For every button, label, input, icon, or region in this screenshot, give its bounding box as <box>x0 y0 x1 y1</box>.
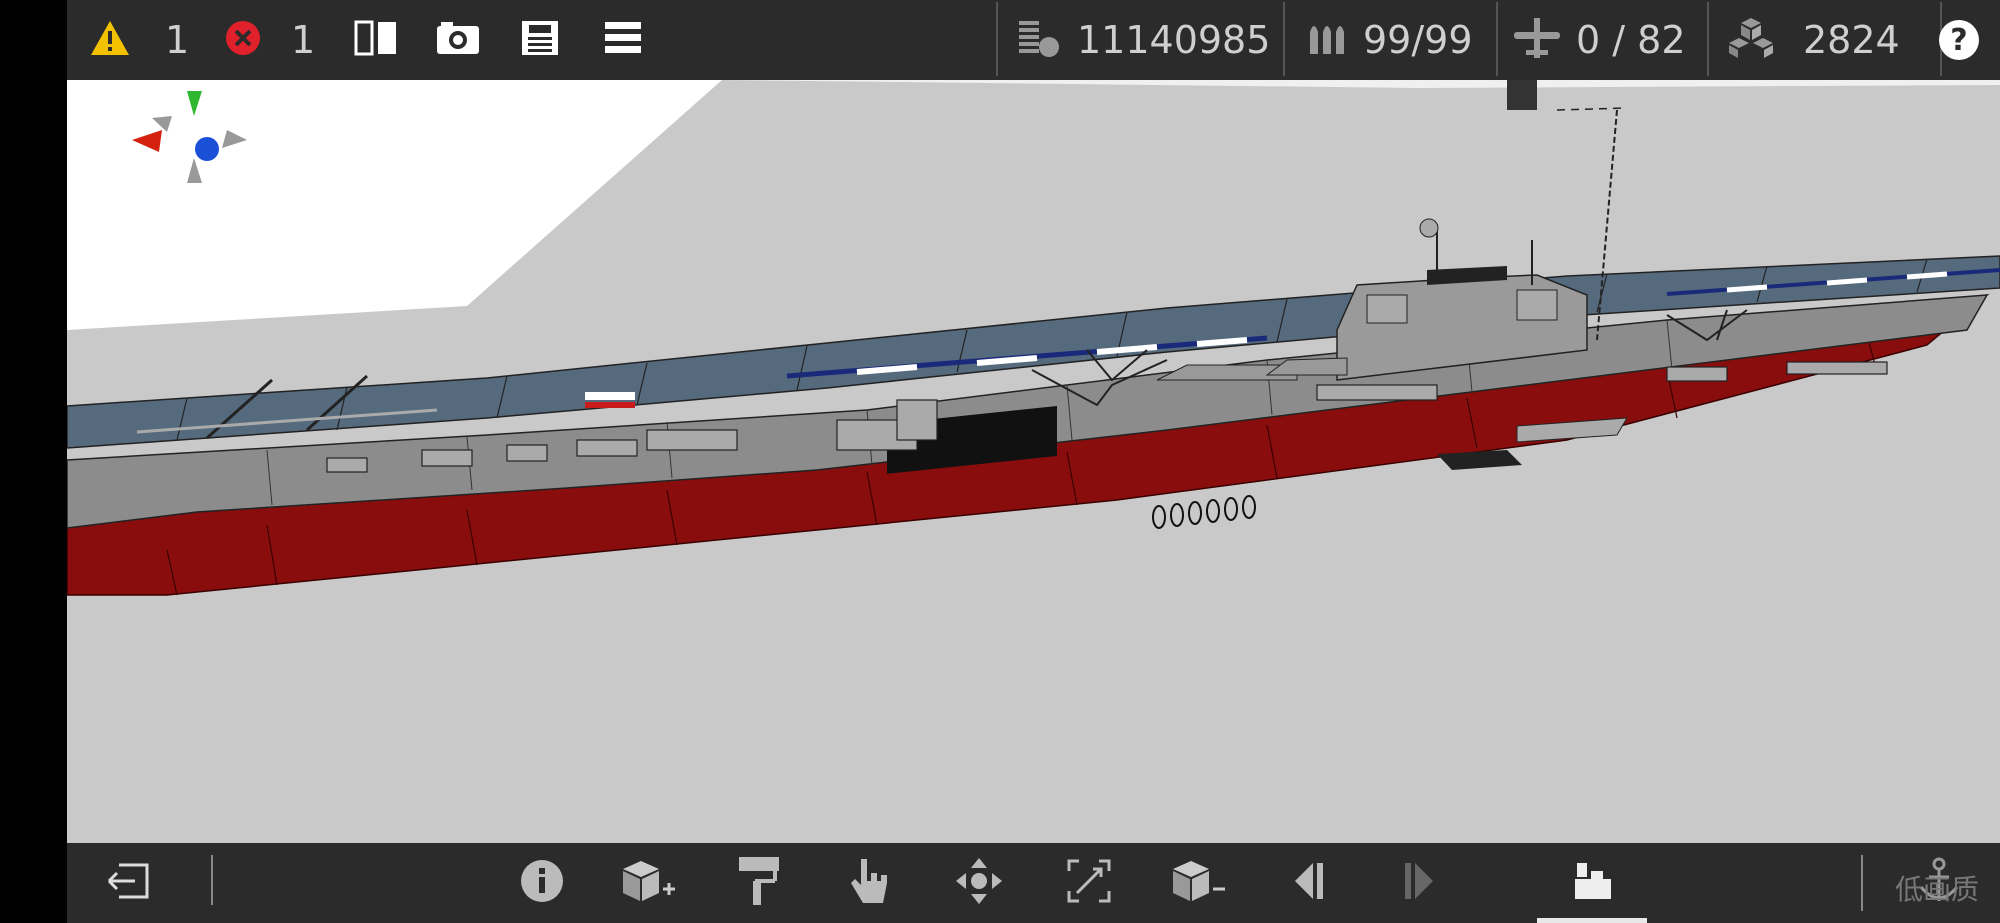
parts-icon <box>1727 16 1775 64</box>
separator <box>996 2 998 76</box>
parts-value: 2824 <box>1803 18 1900 62</box>
help-button[interactable]: ? <box>1939 0 1979 80</box>
mirror-icon <box>354 18 398 62</box>
gizmo-x-axis <box>132 130 162 152</box>
remove-block-icon <box>1171 857 1227 909</box>
select-icon <box>847 855 891 911</box>
next-button[interactable] <box>1387 853 1451 913</box>
resize-button[interactable] <box>1057 853 1121 913</box>
ammo-icon <box>1307 18 1349 62</box>
error-icon <box>225 20 261 60</box>
gizmo-neg-z <box>222 130 247 148</box>
move-button[interactable] <box>947 853 1011 913</box>
orientation-gizmo[interactable] <box>127 86 247 200</box>
quality-setting-label[interactable]: 低画质 <box>1895 868 1979 908</box>
errors-indicator[interactable]: 1 <box>225 0 315 80</box>
gizmo-neg-x <box>152 116 172 132</box>
parts-stat: 2824 <box>1727 0 1900 80</box>
ammo-value: 99/99 <box>1363 18 1473 62</box>
move-icon <box>954 856 1004 910</box>
exit-icon <box>105 861 153 905</box>
separator <box>1861 855 1863 911</box>
next-icon <box>1399 859 1439 907</box>
select-button[interactable] <box>837 853 901 913</box>
remove-block-button[interactable] <box>1167 853 1231 913</box>
warnings-count: 1 <box>165 18 190 62</box>
resize-icon <box>1065 857 1113 909</box>
prev-icon <box>1289 859 1329 907</box>
mirror-button[interactable] <box>354 0 398 80</box>
cost-stat: 11140985 <box>1017 0 1270 80</box>
aircraft-value: 0 / 82 <box>1576 18 1686 62</box>
add-block-button[interactable] <box>617 853 681 913</box>
ammo-stat: 99/99 <box>1307 0 1473 80</box>
build-mode-button[interactable] <box>1561 853 1625 913</box>
screenshot-button[interactable] <box>435 0 481 80</box>
errors-count: 1 <box>291 18 316 62</box>
separator <box>1496 2 1498 76</box>
aircraft-stat: 0 / 82 <box>1512 0 1686 80</box>
cost-icon <box>1017 17 1063 63</box>
paint-button[interactable] <box>727 853 791 913</box>
menu-icon <box>603 20 643 60</box>
bottom-toolbar <box>67 843 2000 923</box>
left-black-margin <box>0 0 67 923</box>
gallery-portholes <box>1152 495 1256 529</box>
menu-button[interactable] <box>603 0 643 80</box>
aircraft-icon <box>1512 16 1562 64</box>
separator <box>1707 2 1709 76</box>
ship-3d-viewport[interactable] <box>67 80 2000 843</box>
exit-button[interactable] <box>97 853 161 913</box>
add-block-icon <box>621 857 677 909</box>
ship-render <box>67 80 2000 596</box>
paint-icon <box>737 855 781 911</box>
camera-icon <box>435 20 481 60</box>
save-button[interactable] <box>520 0 560 80</box>
save-icon <box>520 19 560 61</box>
info-icon <box>520 859 564 907</box>
active-tab-indicator <box>1537 918 1647 923</box>
info-button[interactable] <box>510 853 574 913</box>
warnings-indicator[interactable]: 1 <box>89 0 189 80</box>
separator <box>1283 2 1285 76</box>
mode-icon <box>1571 859 1615 907</box>
previous-button[interactable] <box>1277 853 1341 913</box>
separator <box>211 855 213 905</box>
top-toolbar: 1 1 11140985 99/99 0 / 82 2824 ? <box>67 0 2000 80</box>
help-icon: ? <box>1939 20 1979 60</box>
cost-value: 11140985 <box>1077 18 1271 62</box>
warning-icon <box>89 19 131 61</box>
gizmo-neg-y <box>187 158 202 183</box>
gizmo-y-axis <box>187 91 202 116</box>
ground-plane-edge <box>722 80 2000 88</box>
gizmo-z-axis <box>195 137 219 161</box>
